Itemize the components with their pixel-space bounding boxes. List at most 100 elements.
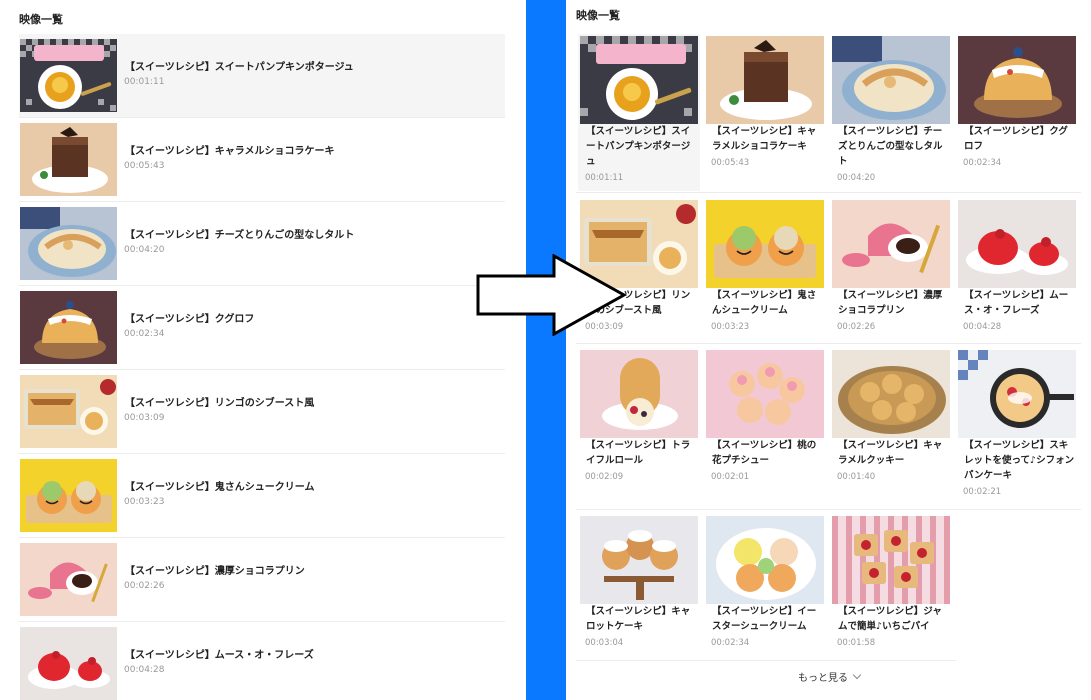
video-card[interactable]: 【スイーツレシピ】キャラメルクッキー 00:01:40 — [830, 348, 952, 505]
video-thumbnail — [20, 627, 117, 700]
list-item[interactable]: 【スイーツレシピ】クグロフ 00:02:34 — [19, 286, 505, 370]
video-card[interactable]: 【スイーツレシピ】ムース・オ・フレーズ 00:04:28 — [956, 198, 1078, 355]
video-thumbnail — [958, 36, 1076, 124]
video-title: 【スイーツレシピ】トライフルロール — [586, 440, 691, 466]
list-view-panel: 映像一覧 【スイーツレシピ】スイートパンプキンポタージュ 00:01:11 【ス… — [0, 0, 526, 700]
video-title: 【スイーツレシピ】桃の花プチシュー — [712, 440, 817, 466]
video-duration: 00:04:20 — [837, 173, 876, 183]
video-duration: 00:02:34 — [963, 158, 1002, 168]
video-title: 【スイーツレシピ】キャロットケーキ — [586, 606, 691, 632]
video-list: 【スイーツレシピ】スイートパンプキンポタージュ 00:01:11 【スイーツレシ… — [19, 34, 505, 700]
video-title: 【スイーツレシピ】ムース・オ・フレーズ — [125, 650, 314, 661]
row-divider — [576, 343, 1081, 344]
video-thumbnail — [580, 516, 698, 604]
video-duration: 00:03:09 — [124, 413, 165, 423]
video-duration: 00:03:04 — [585, 638, 624, 648]
video-thumbnail — [832, 350, 950, 438]
video-thumbnail — [580, 36, 698, 124]
list-item[interactable]: 【スイーツレシピ】鬼さんシュークリーム 00:03:23 — [19, 454, 505, 538]
video-card[interactable]: 【スイーツレシピ】クグロフ 00:02:34 — [956, 34, 1078, 191]
video-title: 【スイーツレシピ】イースターシュークリーム — [712, 606, 817, 632]
list-item[interactable]: 【スイーツレシピ】リンゴのシブースト風 00:03:09 — [19, 370, 505, 454]
video-thumbnail — [706, 200, 824, 288]
video-thumbnail — [20, 39, 117, 112]
list-item[interactable]: 【スイーツレシピ】キャラメルショコラケーキ 00:05:43 — [19, 118, 505, 202]
video-thumbnail — [706, 36, 824, 124]
show-more-label: もっと見る — [798, 673, 848, 684]
video-thumbnail — [832, 200, 950, 288]
video-thumbnail — [706, 350, 824, 438]
video-duration: 00:02:09 — [585, 472, 624, 482]
video-title: 【スイーツレシピ】スキレットを使って♪シフォンパンケーキ — [964, 440, 1075, 481]
video-duration: 00:02:26 — [837, 322, 876, 332]
video-thumbnail — [706, 516, 824, 604]
video-card[interactable]: 【スイーツレシピ】キャロットケーキ 00:03:04 — [578, 514, 700, 671]
video-duration: 00:03:23 — [711, 322, 750, 332]
video-duration: 00:02:21 — [963, 487, 1002, 497]
row-divider — [576, 192, 1081, 193]
video-title: 【スイーツレシピ】スイートパンプキンポタージュ — [586, 126, 691, 167]
video-title: 【スイーツレシピ】ジャムで簡単♪いちごパイ — [838, 606, 942, 632]
video-thumbnail — [832, 516, 950, 604]
video-title: 【スイーツレシピ】リンゴのシブースト風 — [125, 398, 315, 409]
video-duration: 00:02:01 — [711, 472, 750, 482]
video-card[interactable]: 【スイーツレシピ】チーズとりんごの型なしタルト 00:04:20 — [830, 34, 952, 191]
video-duration: 00:01:58 — [837, 638, 876, 648]
video-duration: 00:02:34 — [124, 329, 165, 339]
video-thumbnail — [958, 350, 1076, 438]
video-duration: 00:01:11 — [585, 173, 624, 183]
video-duration: 00:04:28 — [124, 665, 165, 675]
video-title: 【スイーツレシピ】濃厚ショコラプリン — [838, 290, 943, 316]
panel-title: 映像一覧 — [19, 13, 63, 26]
video-thumbnail — [20, 291, 117, 364]
video-card[interactable]: 【スイーツレシピ】イースターシュークリーム 00:02:34 — [704, 514, 826, 671]
video-card[interactable]: 【スイーツレシピ】キャラメルショコラケーキ 00:05:43 — [704, 34, 826, 191]
video-card[interactable]: 【スイーツレシピ】トライフルロール 00:02:09 — [578, 348, 700, 505]
panel-title: 映像一覧 — [576, 9, 620, 22]
video-thumbnail — [580, 350, 698, 438]
row-divider — [576, 509, 1081, 510]
video-title: 【スイーツレシピ】キャラメルショコラケーキ — [125, 146, 335, 157]
video-title: 【スイーツレシピ】キャラメルショコラケーキ — [712, 126, 817, 152]
video-duration: 00:04:20 — [124, 245, 165, 255]
video-duration: 00:03:23 — [124, 497, 165, 507]
video-thumbnail — [20, 543, 117, 616]
list-item[interactable]: 【スイーツレシピ】濃厚ショコラプリン 00:02:26 — [19, 538, 505, 622]
panel-divider — [526, 0, 566, 700]
video-card[interactable]: 【スイーツレシピ】濃厚ショコラプリン 00:02:26 — [830, 198, 952, 355]
grid-view-panel: 映像一覧 【スイーツレシピ】スイートパンプキンポタージュ 00:01:11 【ス… — [566, 0, 1091, 700]
video-title: 【スイーツレシピ】チーズとりんごの型なしタルト — [125, 230, 355, 241]
video-card[interactable]: 【スイーツレシピ】桃の花プチシュー 00:02:01 — [704, 348, 826, 505]
video-title: 【スイーツレシピ】鬼さんシュークリーム — [712, 290, 817, 316]
chevron-down-icon — [852, 670, 862, 680]
video-title: 【スイーツレシピ】キャラメルクッキー — [838, 440, 943, 466]
video-duration: 00:02:26 — [124, 581, 165, 591]
list-item[interactable]: 【スイーツレシピ】チーズとりんごの型なしタルト 00:04:20 — [19, 202, 505, 286]
video-duration: 00:01:11 — [124, 77, 165, 87]
video-card[interactable]: 【スイーツレシピ】スキレットを使って♪シフォンパンケーキ 00:02:21 — [956, 348, 1078, 505]
video-duration: 00:02:34 — [711, 638, 750, 648]
video-title: 【スイーツレシピ】スイートパンプキンポタージュ — [125, 62, 354, 73]
show-more-button[interactable]: もっと見る — [798, 669, 862, 684]
video-thumbnail — [20, 207, 117, 280]
video-thumbnail — [832, 36, 950, 124]
video-thumbnail — [958, 200, 1076, 288]
video-duration: 00:01:40 — [837, 472, 876, 482]
video-card[interactable]: 【スイーツレシピ】ジャムで簡単♪いちごパイ 00:01:58 — [830, 514, 952, 671]
video-duration: 00:05:43 — [711, 158, 750, 168]
video-title: 【スイーツレシピ】濃厚ショコラプリン — [125, 566, 305, 577]
video-card[interactable]: 【スイーツレシピ】鬼さんシュークリーム 00:03:23 — [704, 198, 826, 355]
video-duration: 00:04:28 — [963, 322, 1002, 332]
list-item[interactable]: 【スイーツレシピ】ムース・オ・フレーズ 00:04:28 — [19, 622, 505, 700]
video-thumbnail — [20, 459, 117, 532]
video-title: 【スイーツレシピ】クグロフ — [125, 314, 255, 325]
list-item[interactable]: 【スイーツレシピ】スイートパンプキンポタージュ 00:01:11 — [19, 34, 505, 118]
video-title: 【スイーツレシピ】チーズとりんごの型なしタルト — [838, 126, 943, 167]
row-divider — [576, 660, 956, 661]
video-title: 【スイーツレシピ】鬼さんシュークリーム — [125, 482, 315, 493]
right-arrow-outline-icon — [476, 253, 628, 337]
video-card[interactable]: 【スイーツレシピ】スイートパンプキンポタージュ 00:01:11 — [578, 34, 700, 191]
video-thumbnail — [20, 123, 117, 196]
video-thumbnail — [20, 375, 117, 448]
video-title: 【スイーツレシピ】ムース・オ・フレーズ — [964, 290, 1069, 316]
